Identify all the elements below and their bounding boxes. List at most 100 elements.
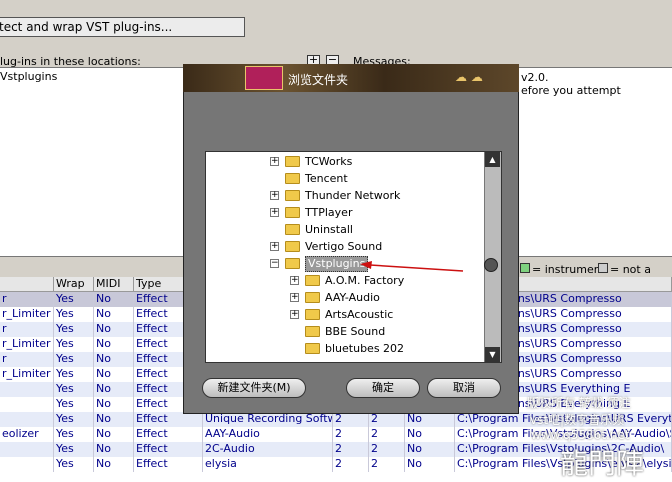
cancel-button[interactable]: 取消 — [427, 378, 501, 398]
tree-node-label[interactable]: Uninstall — [305, 221, 353, 238]
folder-icon — [285, 190, 300, 201]
table-cell — [0, 457, 54, 472]
expand-icon[interactable]: + — [270, 208, 279, 217]
folder-icon — [305, 292, 320, 303]
tree-node-label[interactable]: TTPlayer — [305, 204, 352, 221]
table-cell: 2 — [333, 457, 369, 472]
table-cell: r — [0, 292, 54, 307]
instrument-legend-swatch — [520, 263, 530, 273]
table-cell: No — [94, 457, 134, 472]
table-cell: No — [94, 382, 134, 397]
table-cell: Yes — [54, 427, 94, 442]
tree-node-label[interactable]: ArtsAcoustic — [325, 306, 393, 323]
watermark-text: vst吧|数字音乐频 — [530, 413, 625, 427]
tree-node[interactable]: Uninstall — [206, 221, 484, 238]
folder-icon — [305, 275, 320, 286]
table-cell: Yes — [54, 367, 94, 382]
tree-node-label[interactable]: Thunder Network — [305, 187, 400, 204]
expand-icon[interactable]: + — [270, 191, 279, 200]
tree-node-label[interactable]: Vertigo Sound — [305, 238, 382, 255]
scroll-up-icon[interactable]: ▲ — [485, 152, 500, 167]
expand-icon[interactable]: + — [290, 276, 299, 285]
folder-icon — [285, 156, 300, 167]
tree-scrollbar[interactable] — [484, 152, 501, 362]
cloud-ornament-icon: ☁ ☁ — [455, 70, 483, 84]
location-item[interactable]: Vstplugins — [0, 70, 57, 83]
tree-node[interactable]: + AAY-Audio — [206, 289, 484, 306]
app-logo-icon — [245, 66, 283, 90]
table-cell: Yes — [54, 322, 94, 337]
scroll-thumb[interactable] — [484, 258, 498, 272]
table-cell: No — [94, 427, 134, 442]
watermark-text: www.q5586t.net — [531, 428, 630, 442]
table-cell: No — [405, 427, 455, 442]
tree-node-label[interactable]: Tencent — [305, 170, 348, 187]
table-cell: Yes — [54, 412, 94, 427]
new-folder-button[interactable]: 新建文件夹(M) — [202, 378, 306, 398]
table-cell: eolizer — [0, 427, 54, 442]
table-cell: 2 — [333, 427, 369, 442]
ok-button[interactable]: 确定 — [346, 378, 420, 398]
folder-tree[interactable]: + TCWorks Tencent + Thunder Network + TTPlayer… — [205, 151, 502, 363]
table-cell: Effect — [134, 427, 203, 442]
invalid-legend-swatch — [598, 263, 608, 273]
instrument-legend-label: = instrument — [532, 263, 606, 276]
folder-icon — [305, 326, 320, 337]
expand-icon[interactable]: + — [270, 242, 279, 251]
table-cell: 2C-Audio — [203, 442, 333, 457]
folder-icon — [285, 241, 300, 252]
table-cell: 2 — [369, 457, 405, 472]
tree-node-label[interactable]: BBE Sound — [325, 323, 385, 340]
table-cell: Unique Recording Softw — [205, 412, 333, 427]
table-cell: No — [405, 442, 455, 457]
message-line: efore you attempt — [521, 84, 621, 97]
tree-node[interactable]: + TTPlayer — [206, 204, 484, 221]
table-cell: No — [94, 292, 134, 307]
table-cell: No — [94, 442, 134, 457]
scan-wrap-vst-label: tect and wrap VST plug-ins... — [0, 20, 173, 34]
table-cell — [0, 382, 54, 397]
table-cell: Yes — [54, 307, 94, 322]
tree-node[interactable]: Tencent — [206, 170, 484, 187]
collapse-icon[interactable]: − — [270, 259, 279, 268]
scan-wrap-vst-button[interactable]: tect and wrap VST plug-ins... — [0, 17, 245, 37]
tree-node[interactable]: + Thunder Network — [206, 187, 484, 204]
tree-node[interactable]: + ArtsAcoustic — [206, 306, 484, 323]
column-header[interactable] — [0, 277, 54, 292]
tree-node-label[interactable]: bluetubes 202 — [325, 340, 404, 357]
tree-node-label[interactable]: AAY-Audio — [325, 289, 380, 306]
column-header[interactable]: Wrap — [54, 277, 94, 292]
folder-icon — [285, 173, 300, 184]
scroll-down-icon[interactable]: ▼ — [485, 347, 500, 362]
expand-icon[interactable]: + — [290, 293, 299, 302]
table-cell — [0, 397, 54, 412]
expand-icon[interactable]: + — [270, 157, 279, 166]
red-arrow-annotation — [360, 261, 464, 272]
column-header[interactable]: MIDI — [94, 277, 134, 292]
table-cell: Yes — [54, 337, 94, 352]
tree-node[interactable]: bluetubes 202 — [206, 340, 484, 357]
table-cell: 2 — [369, 427, 405, 442]
table-cell: Yes — [54, 382, 94, 397]
tree-node-label[interactable]: TCWorks — [305, 153, 352, 170]
table-cell: No — [94, 307, 134, 322]
table-cell: r_Limiter — [0, 307, 54, 322]
table-cell: No — [94, 337, 134, 352]
message-line: v2.0. — [521, 71, 549, 84]
table-cell: 2 — [369, 442, 405, 457]
watermark-brand-logo: 龍門陣 — [560, 447, 645, 480]
table-cell — [0, 412, 54, 427]
folder-icon — [305, 343, 320, 354]
table-cell: r_Limiter — [0, 337, 54, 352]
table-cell: Yes — [54, 292, 94, 307]
expand-icon[interactable]: + — [290, 310, 299, 319]
tree-node[interactable]: + TCWorks — [206, 153, 484, 170]
folder-icon — [285, 258, 300, 269]
tree-node[interactable]: BBE Sound — [206, 323, 484, 340]
table-cell: r — [0, 322, 54, 337]
table-cell: 2 — [369, 412, 405, 427]
table-cell: No — [405, 457, 455, 472]
folder-icon — [285, 224, 300, 235]
table-cell: r_Limiter — [0, 367, 54, 382]
tree-node[interactable]: + Vertigo Sound — [206, 238, 484, 255]
